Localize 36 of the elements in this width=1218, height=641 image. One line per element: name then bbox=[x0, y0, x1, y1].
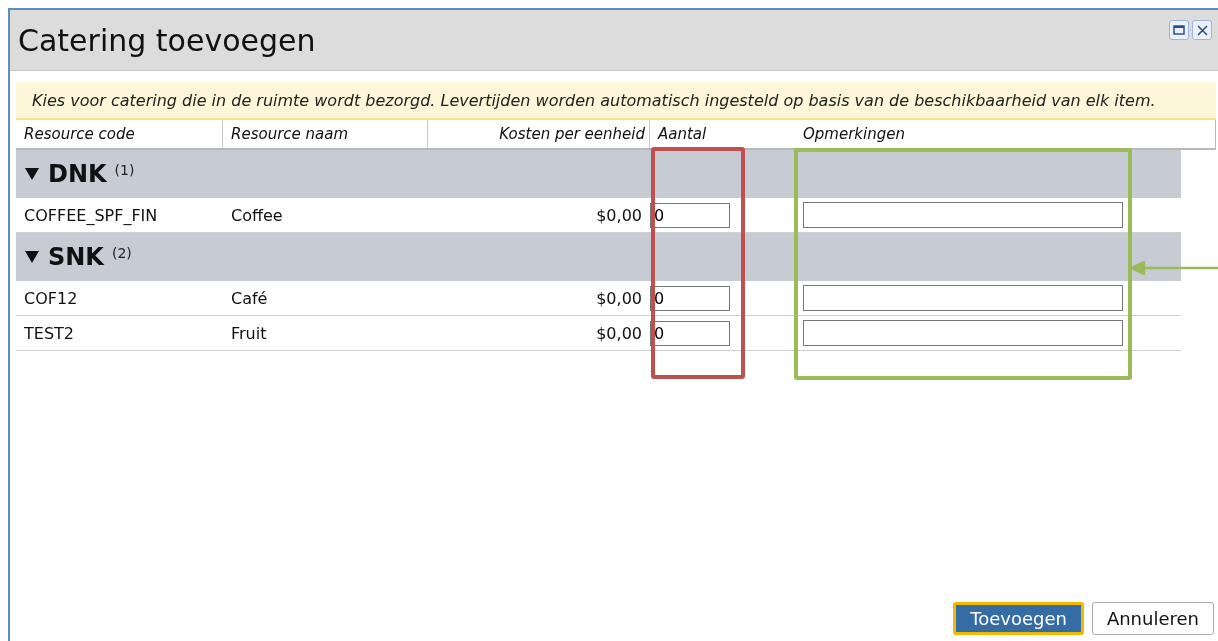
table-cell-text: TEST2 bbox=[23, 323, 75, 343]
group-count: (2) bbox=[111, 245, 132, 261]
close-button[interactable] bbox=[1192, 20, 1212, 40]
table-cell-text: $0,00 bbox=[595, 288, 643, 308]
info-notice: Kies voor catering die in de ruimte wordt bezorgd. Levertijden worden automatisch ingesteld op basis van de beschikbaarheid van elk item. bbox=[16, 82, 1216, 120]
maximize-icon bbox=[1173, 25, 1185, 35]
close-icon bbox=[1196, 24, 1208, 36]
quantity-field[interactable]: 0 bbox=[650, 202, 730, 228]
remarks-field[interactable] bbox=[803, 202, 1123, 228]
column-header: Opmerkingen bbox=[802, 124, 906, 145]
group-row[interactable]: DNK (1) bbox=[16, 150, 1181, 198]
window-title: Catering toevoegen bbox=[18, 22, 316, 58]
group-name: SNK bbox=[48, 243, 104, 271]
table-cell-text: Fruit bbox=[230, 323, 268, 343]
caret-down-icon[interactable] bbox=[24, 167, 40, 181]
column-header: Resource code bbox=[16, 120, 223, 148]
column-header: Resource naam bbox=[223, 120, 428, 148]
group-row[interactable]: SNK (2) bbox=[16, 233, 1181, 281]
quantity-field[interactable]: 0 bbox=[650, 285, 730, 311]
add-button[interactable]: Toevoegen bbox=[953, 602, 1084, 635]
table-cell-text: $0,00 bbox=[595, 205, 643, 225]
maximize-button[interactable] bbox=[1169, 20, 1189, 40]
caret-down-icon[interactable] bbox=[24, 250, 40, 264]
table-cell-text: COF12 bbox=[23, 288, 79, 308]
cancel-button[interactable]: Annuleren bbox=[1091, 602, 1214, 635]
quantity-field[interactable]: 0 bbox=[650, 320, 730, 346]
column-header: Kosten per eenheid bbox=[428, 120, 650, 148]
group-name: DNK bbox=[48, 160, 107, 188]
remarks-field[interactable] bbox=[803, 320, 1123, 346]
table-cell-text: Coffee bbox=[230, 205, 284, 225]
table-cell-text: Café bbox=[230, 288, 269, 308]
table-cell-text: COFFEE_SPF_FIN bbox=[23, 205, 159, 225]
remarks-field[interactable] bbox=[803, 285, 1123, 311]
table-cell-text: $0,00 bbox=[595, 323, 643, 343]
group-count: (1) bbox=[114, 162, 135, 178]
column-header: Aantal bbox=[656, 124, 708, 145]
